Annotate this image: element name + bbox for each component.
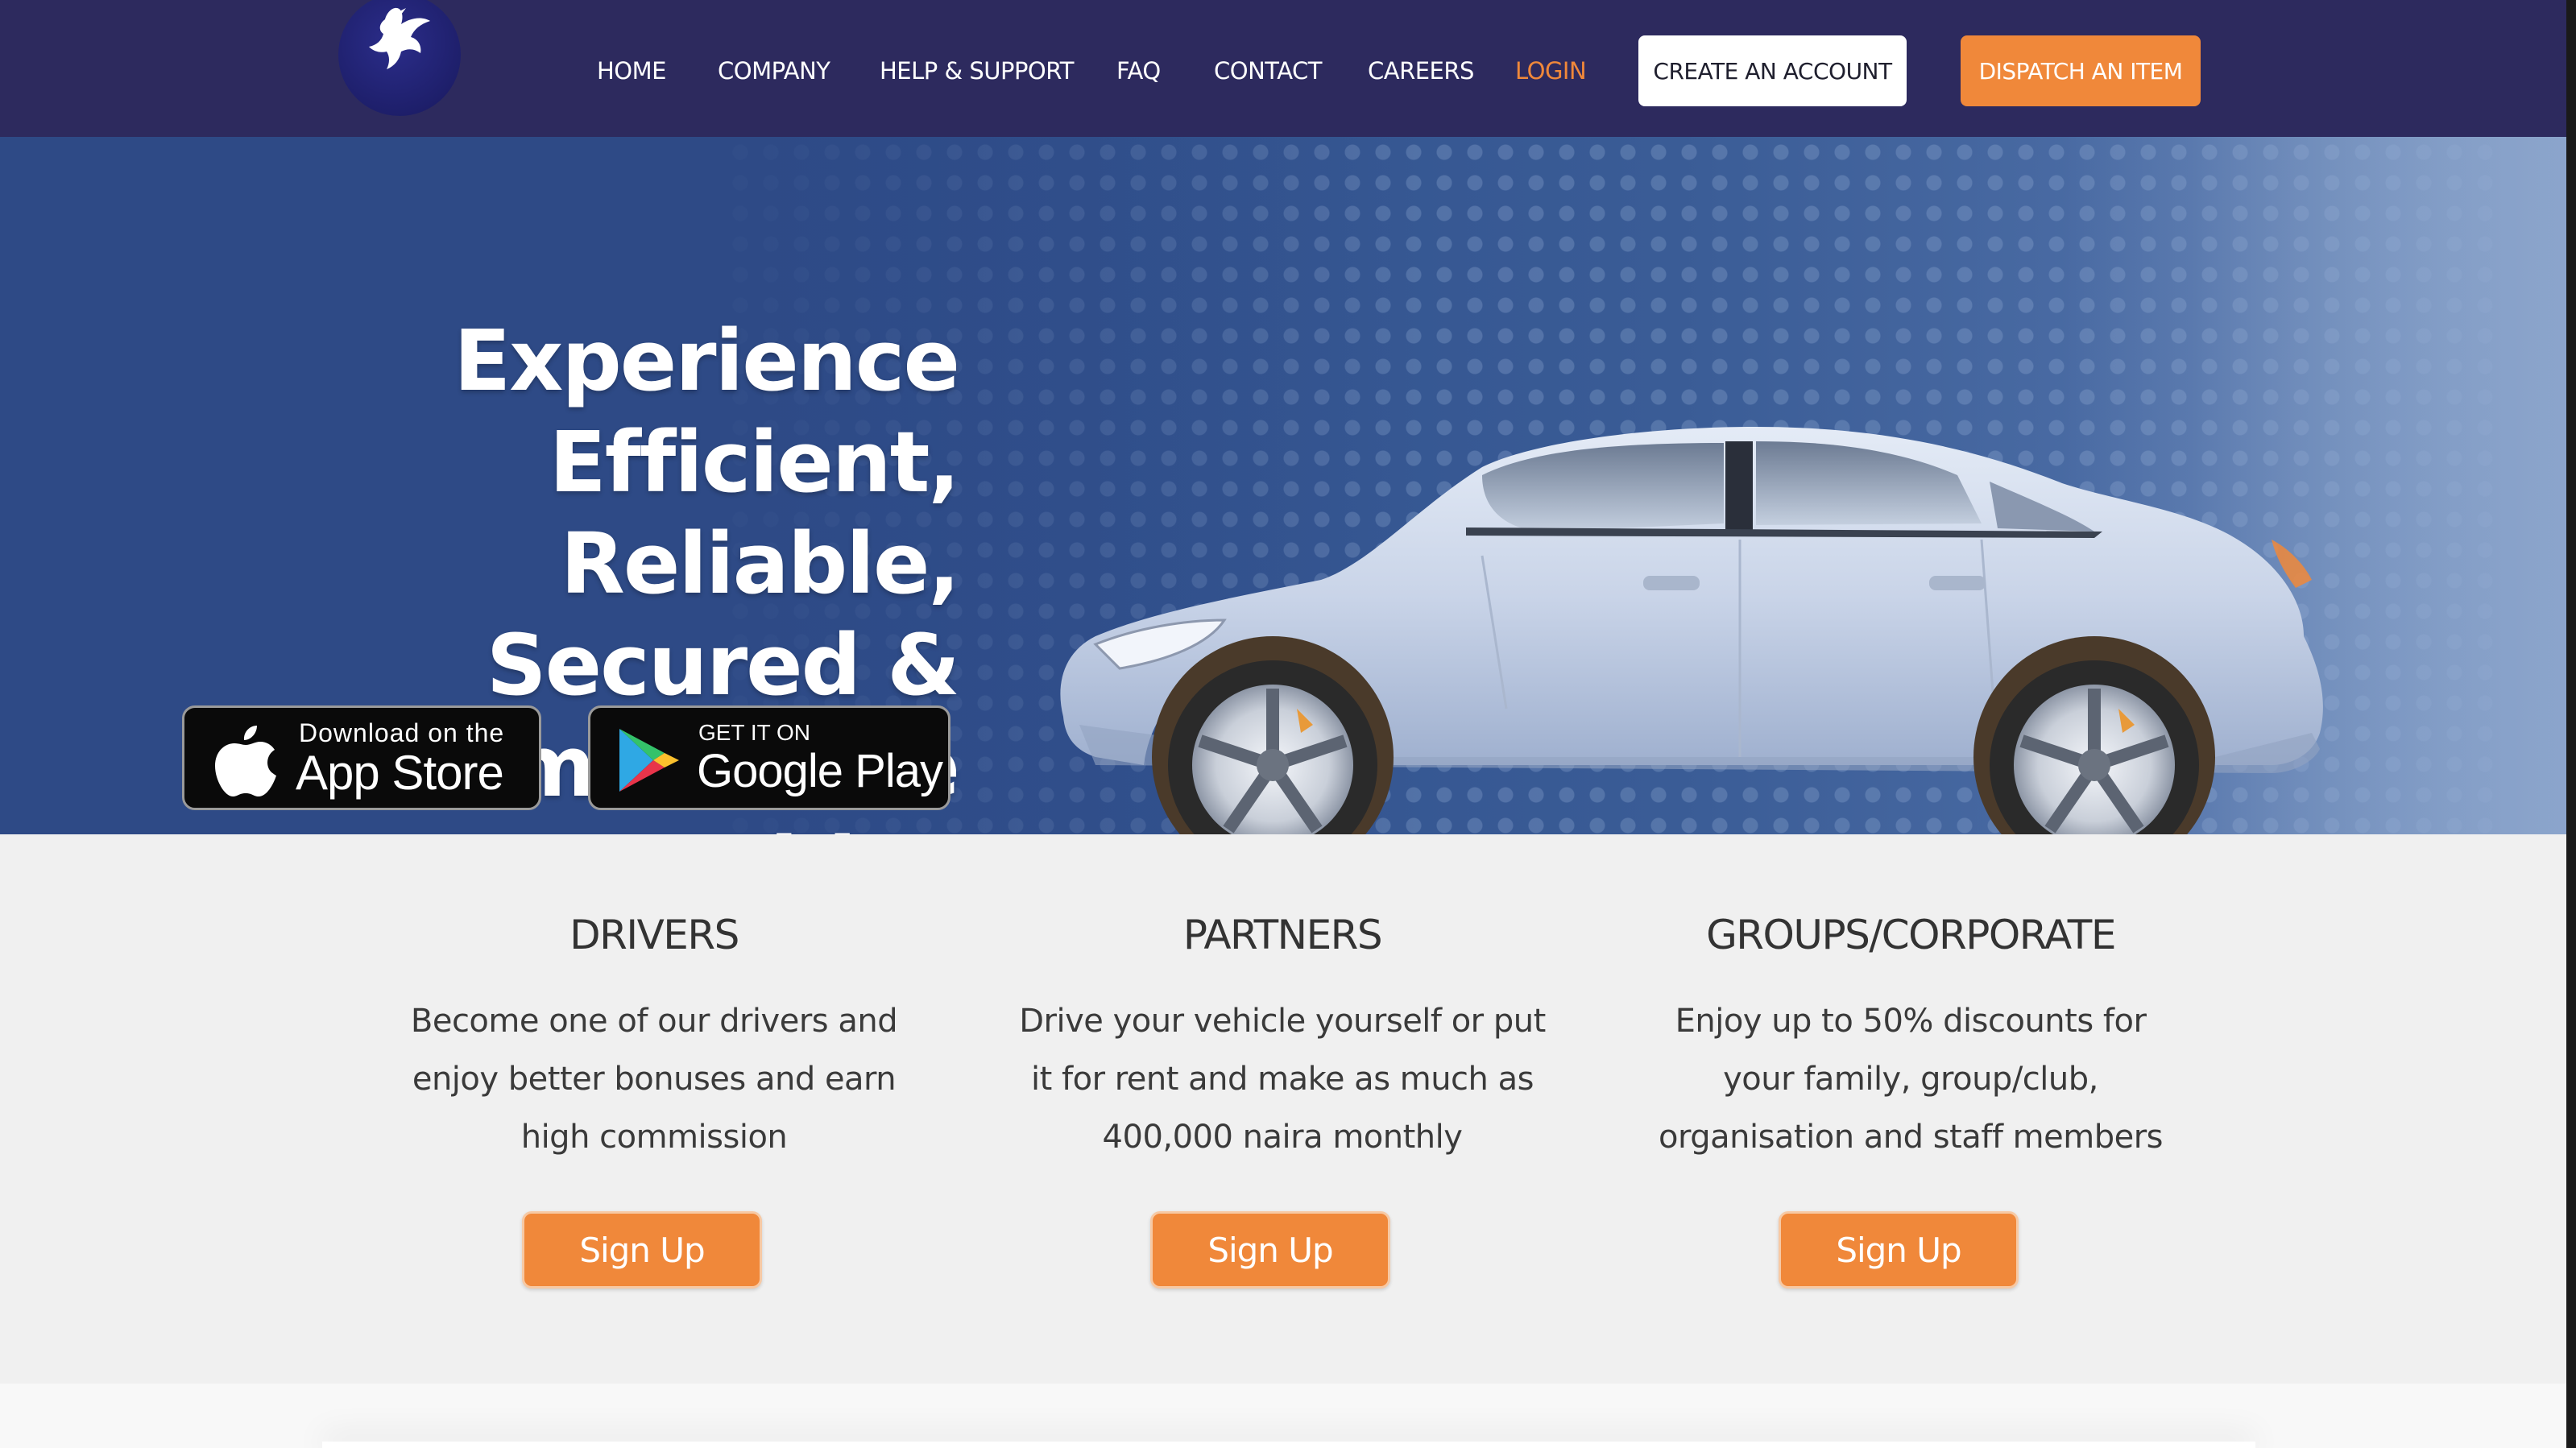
hero-headline-line-2: Reliable, Secured &: [486, 515, 960, 714]
window-scrollbar[interactable]: [2566, 0, 2576, 1448]
dove-icon: [369, 7, 430, 70]
nav-login[interactable]: LOGIN: [1515, 55, 1587, 87]
drivers-description-line: high commission: [520, 1119, 788, 1156]
create-account-button[interactable]: CREATE AN ACCOUNT: [1638, 35, 1907, 106]
drivers-description: Become one of our drivers and enjoy bett…: [372, 992, 936, 1166]
groups-description-line: your family, group/club,: [1723, 1061, 2098, 1098]
services-section: DRIVERS Become one of our drivers and en…: [0, 834, 2576, 1384]
nav-faq[interactable]: FAQ: [1116, 55, 1161, 87]
google-play-button[interactable]: GET IT ON Google Play: [588, 705, 950, 810]
app-store-button[interactable]: Download on the App Store: [182, 705, 541, 810]
groups-signup-button[interactable]: Sign Up: [1779, 1211, 2019, 1289]
drivers-signup-button[interactable]: Sign Up: [522, 1211, 762, 1289]
nav-contact[interactable]: CONTACT: [1214, 55, 1323, 87]
apple-icon: [215, 726, 276, 796]
hero-headline-line-1: Experience Efficient,: [453, 312, 960, 511]
partners-description-line: Drive your vehicle yourself or put: [1019, 1003, 1546, 1040]
partners-description: Drive your vehicle yourself or put it fo…: [1000, 992, 1564, 1166]
partners-description-line: 400,000 naira monthly: [1102, 1119, 1463, 1156]
nav-careers[interactable]: CAREERS: [1368, 55, 1474, 87]
app-store-small-text: Download on the: [299, 718, 505, 747]
sedan-car-image: [1060, 427, 2323, 834]
partners-signup-button[interactable]: Sign Up: [1150, 1211, 1390, 1289]
groups-corporate-title: GROUPS/CORPORATE: [1706, 912, 2116, 958]
drivers-title: DRIVERS: [569, 912, 739, 958]
google-play-big-text: Google Play: [697, 745, 943, 797]
groups-description-line: organisation and staff members: [1659, 1119, 2163, 1156]
groups-description-line: Enjoy up to 50% discounts for: [1675, 1003, 2147, 1040]
nav-home[interactable]: HOME: [597, 55, 666, 87]
google-play-small-text: GET IT ON: [698, 720, 810, 745]
groups-corporate-description: Enjoy up to 50% discounts for your famil…: [1629, 992, 2193, 1166]
app-store-big-text: App Store: [296, 746, 504, 800]
nav-company[interactable]: COMPANY: [718, 55, 830, 87]
partners-description-line: it for rent and make as much as: [1031, 1061, 1534, 1098]
next-section-strip: [0, 1384, 2576, 1448]
partners-title: PARTNERS: [1182, 912, 1383, 958]
drivers-description-line: Become one of our drivers and: [410, 1003, 898, 1040]
hero-banner: Experience Efficient, Reliable, Secured …: [0, 137, 2576, 834]
next-section-card-edge: [322, 1442, 2255, 1448]
dispatch-item-button[interactable]: DISPATCH AN ITEM: [1961, 35, 2201, 106]
logo[interactable]: [338, 0, 461, 116]
nav-help-support[interactable]: HELP & SUPPORT: [880, 55, 1075, 87]
top-navbar: HOME COMPANY HELP & SUPPORT FAQ CONTACT …: [0, 0, 2576, 137]
drivers-description-line: enjoy better bonuses and earn: [412, 1061, 897, 1098]
page-root: HOME COMPANY HELP & SUPPORT FAQ CONTACT …: [0, 0, 2576, 1448]
play-store-icon: [619, 729, 679, 792]
